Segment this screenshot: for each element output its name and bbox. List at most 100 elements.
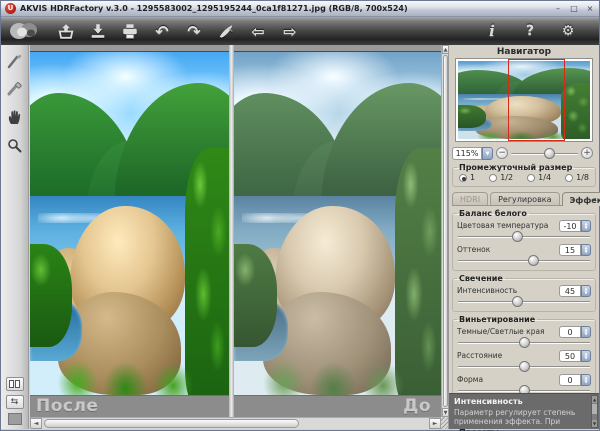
main-toolbar: ↶ ↷ ⇦ ⇨ i ? ⚙ [1, 17, 599, 45]
scroll-left-icon[interactable]: ◄ [30, 418, 42, 429]
parameter-spinner[interactable]: ▲▼ [581, 220, 591, 232]
tab-scroll-icon[interactable]: ◄ [591, 196, 596, 203]
parameter-slider[interactable] [458, 297, 590, 307]
brush-tool-icon[interactable] [4, 49, 26, 73]
postprocess-brush-icon[interactable] [213, 20, 239, 42]
radio-circle-icon [565, 174, 573, 182]
size-radio-1-2[interactable]: 1/2 [489, 173, 513, 182]
prev-image-icon[interactable]: ⇦ [245, 20, 271, 42]
effect-group: СвечениеИнтенсивность45▲▼ [452, 274, 596, 312]
zoom-in-button[interactable]: + [581, 147, 593, 159]
print-icon[interactable] [117, 20, 143, 42]
size-radio-1[interactable]: 1 [459, 173, 475, 182]
photo-vegetation [185, 148, 229, 395]
parameter-slider[interactable] [458, 232, 590, 242]
parameter-value-input[interactable]: 0 [559, 374, 581, 386]
navigator-title: Навигатор [449, 45, 599, 58]
navigator-thumbnail[interactable] [455, 58, 593, 142]
hint-text: Параметр регулирует степень применения э… [454, 408, 589, 429]
hint-scroll-up-icon[interactable]: ▲ [592, 396, 597, 403]
parameter-value-input[interactable]: 0 [559, 326, 581, 338]
maximize-button[interactable]: □ [569, 4, 579, 14]
parameter-spinner[interactable]: ▲▼ [581, 244, 591, 256]
parameter-slider[interactable] [458, 362, 590, 372]
image-canvas: После До ◄ ► ▲ ▼ [30, 45, 449, 429]
parameter-spinner[interactable]: ▲▼ [581, 350, 591, 362]
slider-thumb[interactable] [512, 296, 523, 307]
scroll-right-icon[interactable]: ► [429, 418, 441, 429]
pane-divider[interactable] [229, 45, 234, 417]
save-icon[interactable] [85, 20, 111, 42]
radio-label: 1/4 [538, 173, 551, 182]
image-compare-area [30, 45, 441, 395]
parameter-row: Интенсивность 45▲▼ [457, 284, 591, 297]
zoom-out-button[interactable]: − [496, 147, 508, 159]
photo-scene [234, 52, 441, 395]
parameter-row: Оттенок15▲▼ [457, 243, 591, 256]
parameter-value-input[interactable]: 15 [559, 244, 581, 256]
after-image-pane[interactable] [30, 51, 229, 395]
preferences-gear-icon[interactable]: ⚙ [555, 20, 581, 42]
parameter-value-input[interactable]: 50 [559, 350, 581, 362]
slider-thumb[interactable] [528, 255, 539, 266]
eraser-tool-icon[interactable] [4, 77, 26, 101]
hand-tool-icon[interactable] [4, 105, 26, 129]
app-window: U AKVIS HDRFactory v.3.0 - 1295583002_12… [0, 0, 600, 431]
hint-scrollbar[interactable]: ▲ ▼ [591, 395, 598, 428]
zoom-slider[interactable] [511, 147, 578, 159]
next-image-icon[interactable]: ⇨ [277, 20, 303, 42]
open-icon[interactable] [53, 20, 79, 42]
settings-tabs: HDRIРегулировкаЭффекты◄ [452, 191, 596, 206]
parameter-spinner[interactable]: ▲▼ [581, 326, 591, 338]
close-button[interactable]: × [585, 4, 595, 14]
help-icon[interactable]: ? [517, 20, 543, 42]
tab-регулировка[interactable]: Регулировка [490, 192, 559, 205]
navigator-view-rectangle[interactable] [508, 59, 565, 141]
size-radio-group: 1 1/2 1/4 1/8 [457, 173, 591, 183]
background-color-swatch[interactable] [8, 413, 22, 425]
slider-thumb[interactable] [519, 337, 530, 348]
swap-panes-icon[interactable]: ⇆ [6, 395, 24, 409]
hint-title: Интенсивность [454, 397, 589, 406]
after-label: После [36, 396, 98, 416]
horizontal-scrollbar[interactable]: ◄ ► [30, 417, 441, 429]
tab-hdri[interactable]: HDRI [452, 192, 488, 205]
zoom-dropdown-icon[interactable]: ▼ [482, 147, 493, 160]
redo-icon[interactable]: ↷ [181, 20, 207, 42]
undo-icon[interactable]: ↶ [149, 20, 175, 42]
slider-thumb[interactable] [519, 361, 530, 372]
title-bar[interactable]: U AKVIS HDRFactory v.3.0 - 1295583002_12… [1, 1, 599, 17]
before-image-pane[interactable] [234, 51, 441, 395]
photo-vegetation [46, 361, 205, 395]
parameter-value-input[interactable]: -10 [559, 220, 581, 232]
hint-scroll-down-icon[interactable]: ▼ [592, 420, 597, 427]
radio-circle-icon [459, 174, 467, 182]
intermediate-size-group: Промежуточный размер 11/21/41/8 [452, 163, 596, 187]
hint-scroll-thumb[interactable] [592, 404, 597, 414]
zoom-level-input[interactable]: 115% [452, 147, 482, 160]
horizontal-scroll-thumb[interactable] [44, 419, 299, 428]
parameter-label: Цветовая температура [457, 221, 548, 230]
zoom-tool-icon[interactable] [4, 133, 26, 157]
effect-group-title: Виньетирование [457, 315, 537, 324]
akvis-logo-icon: U [5, 3, 16, 14]
parameter-spinner[interactable]: ▲▼ [581, 374, 591, 386]
size-radio-1-4[interactable]: 1/4 [527, 173, 551, 182]
radio-label: 1/2 [500, 173, 513, 182]
parameter-spinner[interactable]: ▲▼ [581, 285, 591, 297]
parameter-slider[interactable] [458, 256, 590, 266]
zoom-slider-thumb[interactable] [544, 148, 555, 159]
before-label: До [403, 396, 431, 416]
radio-label: 1 [470, 173, 475, 182]
parameter-value-input[interactable]: 45 [559, 285, 581, 297]
split-view-icon[interactable] [6, 377, 24, 391]
parameter-slider[interactable] [458, 338, 590, 348]
slider-thumb[interactable] [512, 231, 523, 242]
minimize-button[interactable]: – [553, 4, 563, 14]
info-icon[interactable]: i [479, 20, 505, 42]
parameter-label: Форма [457, 375, 483, 384]
hint-panel: Интенсивность Параметр регулирует степен… [449, 393, 599, 429]
parameter-label: Интенсивность [457, 286, 517, 295]
parameter-label: Темные/Светлые края [457, 327, 545, 336]
size-radio-1-8[interactable]: 1/8 [565, 173, 589, 182]
